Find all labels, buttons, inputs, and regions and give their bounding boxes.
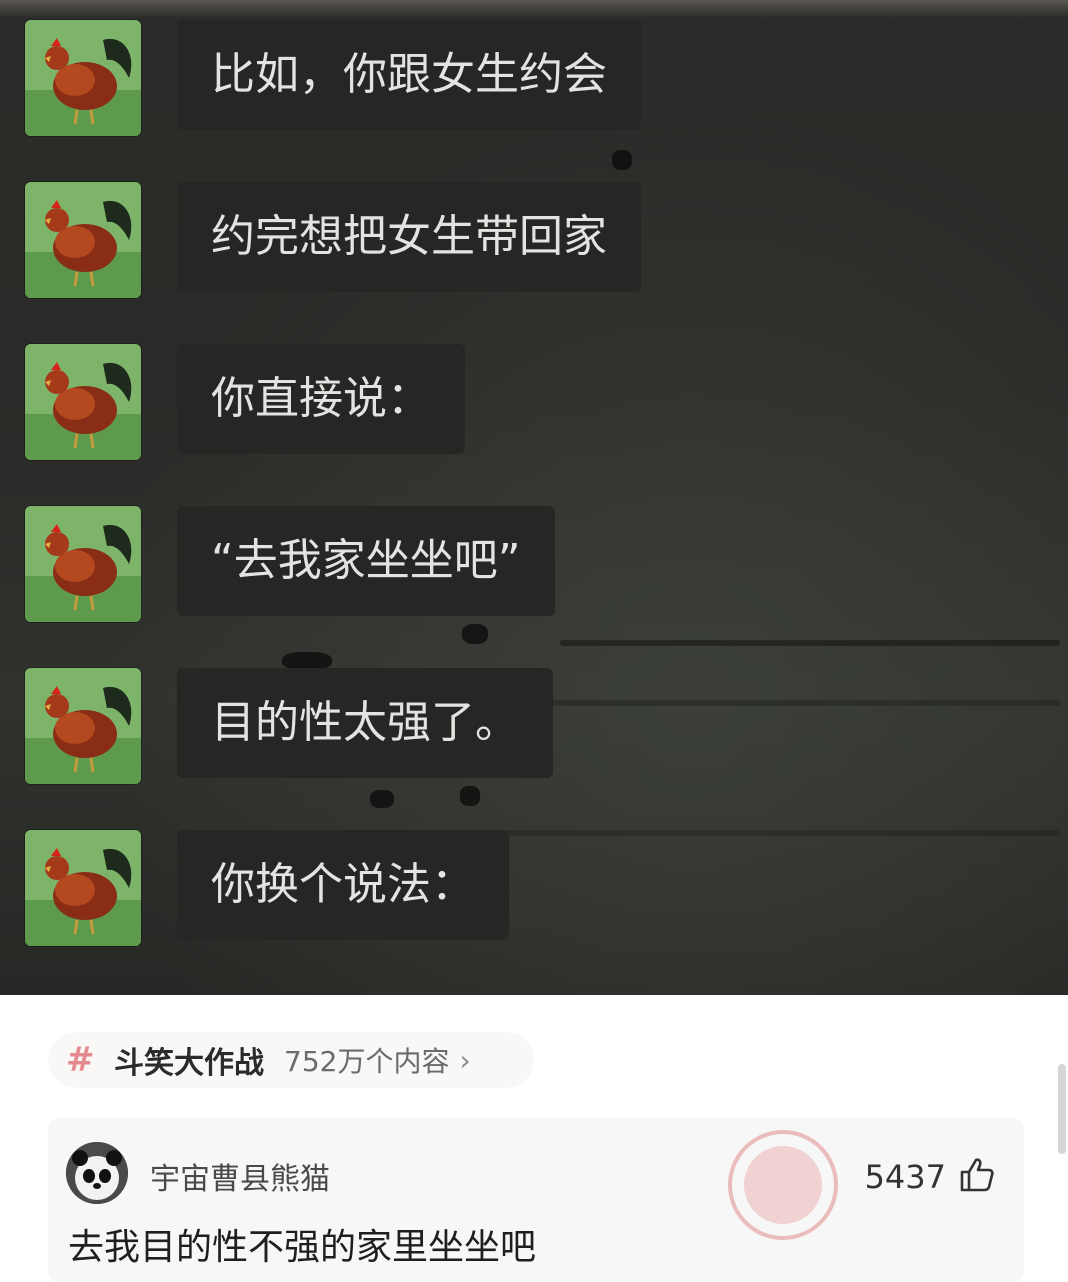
like-count: 5437 [864, 1158, 946, 1196]
chat-screenshot: 比如，你跟女生约会 约完想把女生带回家 你直接说： “去我家坐坐吧” 目的性太强… [0, 0, 1068, 995]
topic-name: 斗笑大作战 [114, 1046, 264, 1081]
chat-bubble[interactable]: “去我家坐坐吧” [177, 506, 555, 616]
comment-card: 宇宙曹县熊猫 去我目的性不强的家里坐坐吧 5437 [48, 1118, 1024, 1282]
comment-username[interactable]: 宇宙曹县熊猫 [150, 1154, 330, 1198]
background-streak [560, 640, 1060, 646]
chat-bubble[interactable]: 你换个说法： [177, 830, 509, 940]
background-shape [462, 624, 488, 644]
chat-bubble[interactable]: 目的性太强了。 [177, 668, 553, 778]
chat-message: 目的性太强了。 [0, 668, 1068, 786]
chat-message: 你换个说法： [0, 830, 1068, 948]
chat-message: 比如，你跟女生约会 [0, 20, 1068, 138]
chat-message: 约完想把女生带回家 [0, 182, 1068, 300]
topic-content-count: 752万个内容 [284, 1045, 450, 1078]
rooster-avatar-icon[interactable] [25, 668, 141, 784]
topic-tag[interactable]: # 斗笑大作战 752万个内容 › [48, 1032, 534, 1088]
rooster-avatar-icon[interactable] [25, 182, 141, 298]
chat-message: “去我家坐坐吧” [0, 506, 1068, 624]
chat-bubble[interactable]: 你直接说： [177, 344, 465, 454]
hashtag-icon: # [66, 1040, 95, 1080]
chat-message: 你直接说： [0, 344, 1068, 462]
scrollbar[interactable] [1058, 1064, 1066, 1154]
rooster-avatar-icon[interactable] [25, 344, 141, 460]
thumbs-up-icon[interactable] [956, 1154, 996, 1194]
god-comment-stamp-icon [717, 1119, 849, 1251]
chevron-right-icon: › [459, 1043, 471, 1077]
comment-text: 去我目的性不强的家里坐坐吧 [68, 1227, 537, 1268]
panda-avatar-icon[interactable] [66, 1142, 128, 1204]
chat-bubble[interactable]: 约完想把女生带回家 [177, 182, 641, 292]
chat-bubble[interactable]: 比如，你跟女生约会 [177, 20, 641, 130]
rooster-avatar-icon[interactable] [25, 830, 141, 946]
background-shape [612, 150, 632, 170]
rooster-avatar-icon[interactable] [25, 20, 141, 136]
background-shape [460, 786, 480, 806]
background-shape [370, 790, 394, 808]
rooster-avatar-icon[interactable] [25, 506, 141, 622]
